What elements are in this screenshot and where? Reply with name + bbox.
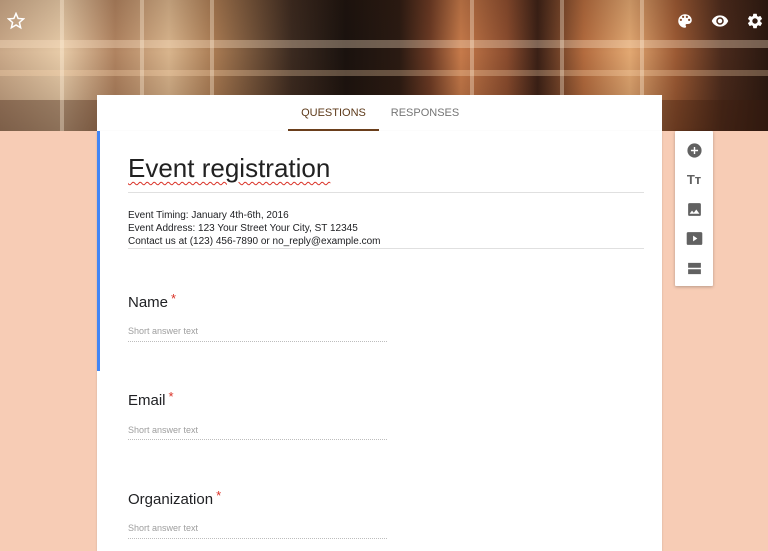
title-glyph: Tт <box>686 171 702 187</box>
form-title[interactable]: Event registration <box>128 153 330 184</box>
form-card: Event registration Event Timing: January… <box>97 131 662 551</box>
gear-icon[interactable] <box>745 11 765 31</box>
tab-responses[interactable]: RESPONSES <box>387 95 463 130</box>
answer-underline <box>128 438 387 440</box>
add-title-icon[interactable]: Tт <box>684 169 704 189</box>
question-email-label[interactable]: Email * <box>128 389 174 409</box>
description-line: Event Address: 123 Your Street Your City… <box>128 223 358 234</box>
tab-questions[interactable]: QUESTIONS <box>288 95 379 131</box>
add-section-icon[interactable] <box>684 258 704 278</box>
add-question-icon[interactable] <box>684 140 704 160</box>
palette-icon[interactable] <box>675 11 695 31</box>
add-item-toolbar: Tт <box>675 131 713 286</box>
question-label-text: Email <box>128 392 166 409</box>
short-answer-placeholder: Short answer text <box>128 425 199 435</box>
add-image-icon[interactable] <box>684 199 704 219</box>
required-asterisk: * <box>171 291 177 306</box>
description-underline <box>128 248 644 249</box>
star-icon[interactable] <box>6 11 26 31</box>
form-description[interactable]: Event Timing: January 4th-6th, 2016 Even… <box>128 209 381 248</box>
answer-underline <box>128 537 387 539</box>
required-asterisk: * <box>168 389 174 404</box>
active-section-indicator <box>97 131 100 371</box>
short-answer-placeholder: Short answer text <box>128 326 199 336</box>
answer-underline <box>128 340 387 342</box>
short-answer-placeholder: Short answer text <box>128 523 199 533</box>
add-video-icon[interactable] <box>684 228 704 248</box>
question-label-text: Name <box>128 294 169 311</box>
description-line: Event Timing: January 4th-6th, 2016 <box>128 210 289 221</box>
description-line: Contact us at (123) 456-7890 or no_reply… <box>128 236 381 247</box>
eye-icon[interactable] <box>710 11 730 31</box>
tab-bar: QUESTIONS RESPONSES <box>97 95 662 132</box>
question-name-label[interactable]: Name * <box>128 291 176 311</box>
question-organization-label[interactable]: Organization * <box>128 488 221 508</box>
required-asterisk: * <box>216 488 222 503</box>
title-underline <box>128 192 644 193</box>
question-label-text: Organization <box>128 491 214 508</box>
